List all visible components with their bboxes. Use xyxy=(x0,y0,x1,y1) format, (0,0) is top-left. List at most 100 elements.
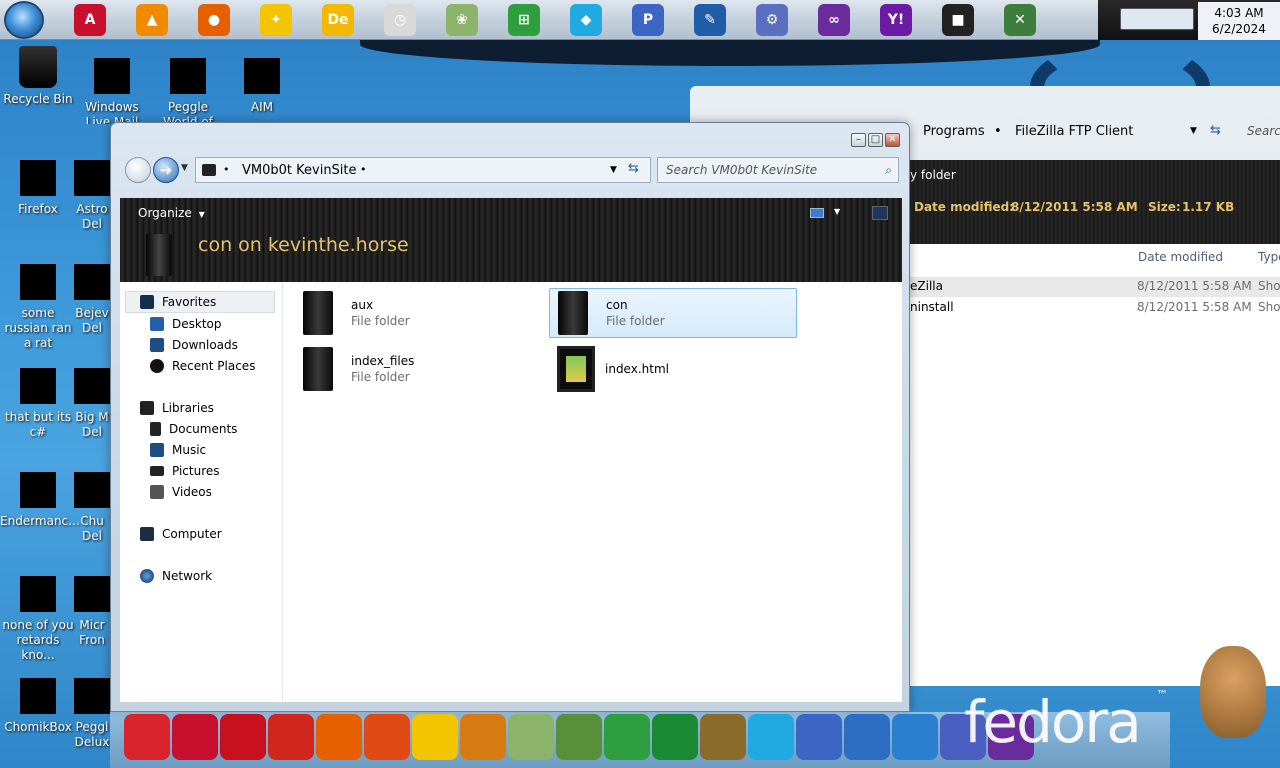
desktop-icon-chomikbox[interactable]: ChomikBox xyxy=(0,674,76,735)
firefox-icon xyxy=(20,160,56,196)
desktop-icon-label: some russian ran a rat xyxy=(4,306,72,350)
desktop-icon-chuzzle[interactable]: Chu Del xyxy=(74,468,110,544)
swirl-app-icon[interactable] xyxy=(124,714,170,760)
shortcut-icon xyxy=(20,368,56,404)
peggle-icon[interactable] xyxy=(796,714,842,760)
column-header-date[interactable]: Date modified xyxy=(1138,250,1223,264)
firefox-icon[interactable]: ● xyxy=(198,4,230,36)
nav-desktop[interactable]: Desktop xyxy=(150,314,222,334)
address-bar[interactable]: • VM0b0t KevinSite • ▼ ⇆ xyxy=(195,157,651,183)
peggle-icon[interactable]: P xyxy=(632,4,664,36)
back-button[interactable] xyxy=(125,157,151,183)
organize-button[interactable]: Organize ▼ xyxy=(138,206,205,220)
row-name: ninstall xyxy=(910,300,954,314)
desktop-icon-recycle-bin[interactable]: Recycle Bin xyxy=(0,46,76,107)
close-button[interactable]: ✕ xyxy=(885,133,900,147)
start-button[interactable] xyxy=(4,1,44,39)
adobe-reader-icon[interactable]: A xyxy=(74,4,106,36)
clock-gadget-icon[interactable]: ◷ xyxy=(384,4,416,36)
chevron-down-icon[interactable]: ▼ xyxy=(834,207,840,216)
utorrent-icon[interactable] xyxy=(652,714,698,760)
refresh-icon[interactable]: ⇆ xyxy=(1210,123,1221,138)
minimize-button[interactable]: – xyxy=(851,133,866,147)
windows-update-icon[interactable]: ⊞ xyxy=(508,4,540,36)
desktop-icon-firefox[interactable]: Firefox xyxy=(0,156,76,217)
gem-icon[interactable] xyxy=(748,714,794,760)
maximize-button[interactable]: □ xyxy=(868,133,883,147)
breadcrumb-item[interactable]: Programs xyxy=(923,124,985,139)
flower-icon[interactable] xyxy=(508,714,554,760)
clock[interactable]: 4:03 AM 6/2/2024 xyxy=(1198,2,1280,40)
visual-studio-icon[interactable]: ∞ xyxy=(818,4,850,36)
desktop-icon-peggle-wow[interactable]: Peggle World of Warcraft xyxy=(150,54,226,124)
address-dropdown-icon[interactable]: ▼ xyxy=(610,165,617,175)
paint-icon[interactable]: ✎ xyxy=(694,4,726,36)
file-item-index-files[interactable]: index_files File folder xyxy=(303,344,543,394)
forward-button[interactable]: ➜ xyxy=(153,157,179,183)
desktop-icon-astro[interactable]: Astro Del xyxy=(74,156,110,232)
firefox-icon[interactable] xyxy=(316,714,362,760)
desktop-icon-windows-live-mail[interactable]: Windows Live Mail xyxy=(74,54,150,124)
nav-pictures[interactable]: Pictures xyxy=(150,461,220,481)
opera-icon[interactable] xyxy=(364,714,410,760)
nav-videos[interactable]: Videos xyxy=(150,482,212,502)
desktop-icon-aim[interactable]: AIM xyxy=(224,54,300,115)
desktop-icon-big-money[interactable]: Big M Del xyxy=(74,364,110,440)
chevron-down-icon[interactable]: ▼ xyxy=(1190,126,1197,136)
desktop-icon-that-but-its-csharp[interactable]: that but its c# xyxy=(0,364,76,440)
filezilla-icon[interactable] xyxy=(220,714,266,760)
vlc-icon[interactable]: ▲ xyxy=(136,4,168,36)
adobe-reader-icon[interactable] xyxy=(172,714,218,760)
desktop-icon-label: Peggle World of Warcraft xyxy=(163,100,213,124)
nav-network[interactable]: Network xyxy=(140,566,212,586)
breadcrumb-item[interactable]: FileZilla FTP Client xyxy=(1015,124,1133,139)
table-row[interactable]: eZilla 8/12/2011 5:58 AM Shor xyxy=(910,277,1280,297)
file-item-con[interactable]: con File folder xyxy=(549,288,797,338)
search-icon[interactable]: ⌕ xyxy=(885,158,892,182)
desktop-icon-endermanch[interactable]: Endermanc... xyxy=(0,468,80,529)
search-app-icon[interactable] xyxy=(892,714,938,760)
file-type: File folder xyxy=(351,314,410,328)
address-text[interactable]: VM0b0t KevinSite xyxy=(242,163,357,178)
search-label[interactable]: Search xyxy=(1247,124,1280,138)
desktop-icon-bejeweled[interactable]: Bejev Del xyxy=(74,260,110,336)
nav-recent-places[interactable]: Recent Places xyxy=(150,356,255,376)
nav-libraries[interactable]: Libraries xyxy=(140,398,214,418)
desktop-icon-microsoft-frontpage[interactable]: Micr Fron xyxy=(74,572,110,648)
desktop-icon-peggle-deluxe[interactable]: Peggl Delux xyxy=(74,674,110,750)
refresh-icon[interactable]: ⇆ xyxy=(628,161,639,176)
table-row[interactable]: ninstall 8/12/2011 5:58 AM Shor xyxy=(910,298,1280,318)
yahoo-messenger-icon[interactable]: Y! xyxy=(880,4,912,36)
nav-music[interactable]: Music xyxy=(150,440,206,460)
window-icon[interactable]: ■ xyxy=(942,4,974,36)
folder-app-icon[interactable] xyxy=(460,714,506,760)
gem-icon[interactable]: ◆ xyxy=(570,4,602,36)
file-item-index-html[interactable]: index.html xyxy=(557,344,797,394)
help-icon[interactable] xyxy=(844,714,890,760)
desktop-icon-none-of-you[interactable]: none of you retards kno... xyxy=(0,572,76,663)
preview-pane-icon[interactable] xyxy=(872,206,888,220)
aim-icon[interactable]: ✦ xyxy=(260,4,292,36)
dreamweaver-icon[interactable]: De xyxy=(322,4,354,36)
nav-favorites[interactable]: Favorites xyxy=(125,291,275,313)
view-options-icon[interactable] xyxy=(810,208,824,218)
installer-icon[interactable]: ⚙ xyxy=(756,4,788,36)
tray-icons[interactable] xyxy=(1120,8,1194,30)
flower-icon[interactable]: ❀ xyxy=(446,4,478,36)
file-item-aux[interactable]: aux File folder xyxy=(303,288,543,338)
network-users-icon[interactable]: ✕ xyxy=(1004,4,1036,36)
column-header-type[interactable]: Type xyxy=(1258,250,1280,264)
desktop-icon xyxy=(150,317,164,331)
search-input[interactable]: Search VM0b0t KevinSite ⌕ xyxy=(657,157,899,183)
nav-downloads[interactable]: Downloads xyxy=(150,335,238,355)
desktop-icon-some-russian[interactable]: some russian ran a rat xyxy=(0,260,76,351)
nav-documents[interactable]: Documents xyxy=(150,419,237,439)
recent-pages-chevron-icon[interactable]: ▼ xyxy=(181,163,188,173)
red-character-icon[interactable] xyxy=(268,714,314,760)
windows-update-icon[interactable] xyxy=(604,714,650,760)
explorer-window[interactable]: – □ ✕ ➜ ▼ • VM0b0t KevinSite • ▼ ⇆ Searc… xyxy=(110,122,910,712)
chomikbox-icon[interactable] xyxy=(700,714,746,760)
paint-icon[interactable] xyxy=(556,714,602,760)
aim-icon[interactable] xyxy=(412,714,458,760)
nav-computer[interactable]: Computer xyxy=(140,524,222,544)
